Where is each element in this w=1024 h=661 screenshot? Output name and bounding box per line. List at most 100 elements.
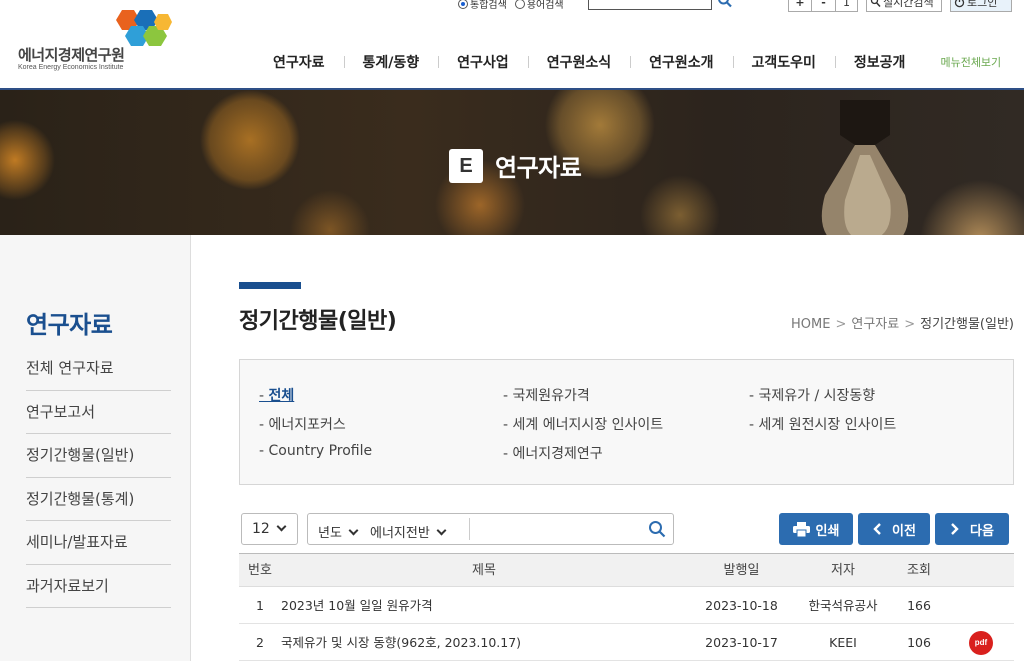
- radio-integrated-search[interactable]: 통합검색: [458, 0, 507, 11]
- breadcrumb-separator: >: [835, 317, 847, 332]
- nav-item-projects[interactable]: 연구사업: [438, 52, 528, 72]
- prev-label: 이전: [892, 523, 916, 539]
- zoom-in-button[interactable]: +: [788, 0, 812, 12]
- header-author: 저자: [831, 563, 855, 578]
- breadcrumb-research[interactable]: 연구자료: [851, 317, 899, 332]
- header-views: 조회: [907, 563, 931, 578]
- zoom-out-button[interactable]: -: [812, 0, 836, 12]
- header-date: 발행일: [723, 563, 760, 578]
- magnifier-icon: [870, 0, 881, 8]
- sidebar-item-periodicals-general[interactable]: 정기간행물(일반): [26, 434, 171, 478]
- realtime-search-button[interactable]: 실시간검색: [866, 0, 942, 12]
- banner-heading: 연구자료: [495, 154, 582, 182]
- subject-select[interactable]: 에너지전반: [370, 522, 447, 541]
- logo-text: 에너지경제연구원: [18, 46, 125, 64]
- year-select[interactable]: 년도: [318, 522, 359, 541]
- row-author: 한국석유공사: [808, 598, 878, 613]
- category-crude-price-label: 국제원유가격: [512, 388, 590, 404]
- category-energy-insight-label: 세계 에너지시장 인사이트: [512, 417, 664, 433]
- top-utility-bar: 통합검색 용어검색: [458, 0, 732, 12]
- printer-icon: [792, 521, 810, 537]
- sidebar-title: 연구자료: [26, 311, 113, 339]
- hero-banner: E 연구자료: [0, 90, 1024, 235]
- category-energy-economics[interactable]: - 에너지경제연구: [503, 443, 603, 463]
- print-button[interactable]: 인쇄: [779, 513, 853, 545]
- chevron-down-icon: [436, 525, 447, 536]
- next-button[interactable]: 다음: [935, 513, 1009, 545]
- nav-item-statistics[interactable]: 통계/동향: [343, 52, 439, 72]
- page-size-value: 12: [252, 521, 270, 537]
- chevron-right-icon: [951, 523, 959, 535]
- page-size-select[interactable]: 12: [241, 513, 298, 545]
- row-title-link[interactable]: 국제유가 및 시장 동향(962호, 2023.10.17): [281, 624, 521, 661]
- all-menu-link[interactable]: 메뉴전체보기: [924, 54, 1001, 70]
- category-energy-economics-label: 에너지경제연구: [512, 446, 603, 462]
- search-icon[interactable]: [717, 0, 733, 10]
- nav-item-news[interactable]: 연구원소식: [527, 52, 630, 72]
- category-energy-insight[interactable]: - 세계 에너지시장 인사이트: [503, 414, 663, 434]
- table-header: 번호 제목 발행일 저자 조회: [239, 553, 1014, 587]
- subject-select-label: 에너지전반: [370, 526, 430, 541]
- header-title: 제목: [472, 563, 496, 578]
- chevron-down-icon: [348, 525, 359, 536]
- login-button[interactable]: 로그인: [950, 0, 1012, 12]
- banner-badge: E: [449, 148, 483, 183]
- row-number: 1: [256, 598, 264, 613]
- pdf-download-icon[interactable]: pdf: [969, 631, 993, 655]
- search-input[interactable]: [474, 518, 640, 540]
- row-title-link[interactable]: 2023년 10월 일일 원유가격: [281, 587, 433, 624]
- category-crude-price[interactable]: - 국제원유가격: [503, 385, 590, 405]
- row-views: 166: [907, 598, 931, 613]
- table-row: 2 국제유가 및 시장 동향(962호, 2023.10.17) 2023-10…: [239, 624, 1014, 661]
- logo-subtitle: Korea Energy Economics Institute: [18, 64, 124, 71]
- publication-table: 번호 제목 발행일 저자 조회 1 2023년 10월 일일 원유가격 2023…: [239, 553, 1014, 661]
- nav-item-research[interactable]: 연구자료: [254, 52, 344, 72]
- category-oil-market[interactable]: - 국제유가 / 시장동향: [749, 385, 875, 405]
- category-nuclear-insight-label: 세계 원전시장 인사이트: [758, 417, 897, 433]
- sidebar-item-seminars[interactable]: 세미나/발표자료: [26, 521, 171, 565]
- banner-title: E 연구자료: [449, 148, 582, 183]
- nav-item-support[interactable]: 고객도우미: [732, 52, 835, 72]
- category-oil-market-label: 국제유가 / 시장동향: [758, 388, 876, 404]
- prev-button[interactable]: 이전: [858, 513, 930, 545]
- sidebar-menu: 전체 연구자료 연구보고서 정기간행물(일반) 정기간행물(통계) 세미나/발표…: [26, 347, 171, 608]
- next-label: 다음: [970, 523, 994, 539]
- page-title: 정기간행물(일반): [239, 309, 397, 334]
- category-energy-focus[interactable]: - 에너지포커스: [259, 414, 346, 434]
- search-divider: [469, 518, 470, 540]
- top-search-input[interactable]: [588, 0, 712, 10]
- sidebar-item-reports[interactable]: 연구보고서: [26, 391, 171, 434]
- breadcrumb-current: 정기간행물(일반): [920, 317, 1014, 332]
- site-header: 에너지경제연구원 Korea Energy Economics Institut…: [0, 0, 1024, 90]
- site-logo[interactable]: 에너지경제연구원 Korea Energy Economics Institut…: [18, 10, 178, 80]
- table-row: 1 2023년 10월 일일 원유가격 2023-10-18 한국석유공사 16…: [239, 587, 1014, 624]
- row-number: 2: [256, 635, 264, 650]
- radio-term-search[interactable]: 용어검색: [514, 0, 564, 11]
- main-content: 정기간행물(일반) HOME > 연구자료 > 정기간행물(일반) - 전체 - 국제원…: [239, 235, 1014, 661]
- row-author: KEEI: [829, 635, 857, 650]
- breadcrumb-home[interactable]: HOME: [791, 317, 830, 332]
- category-all-label: 전체: [268, 388, 295, 404]
- nav-item-disclosure[interactable]: 정보공개: [834, 52, 925, 72]
- breadcrumb-separator: >: [904, 317, 916, 332]
- year-select-label: 년도: [318, 526, 342, 541]
- radio-term-label: 용어검색: [526, 0, 564, 11]
- power-icon: [954, 0, 965, 8]
- login-label: 로그인: [967, 0, 998, 9]
- radio-integrated-label: 통합검색: [470, 0, 507, 11]
- category-nuclear-insight[interactable]: - 세계 원전시장 인사이트: [749, 414, 896, 434]
- main-navigation: 연구자료 통계/동향 연구사업 연구원소식 연구원소개 고객도우미 정보공개 메…: [254, 52, 1001, 72]
- zoom-level: 1: [836, 0, 858, 12]
- light-bulb-image: [821, 100, 909, 235]
- category-country-profile[interactable]: - Country Profile: [259, 443, 372, 459]
- realtime-search-label: 실시간검색: [883, 0, 934, 9]
- sidebar-item-periodicals-stats[interactable]: 정기간행물(통계): [26, 478, 171, 521]
- search-icon[interactable]: [648, 520, 666, 538]
- sidebar-item-all-research[interactable]: 전체 연구자료: [26, 347, 171, 391]
- list-toolbar: 12 년도 에너지전반 인쇄 이전 다음: [239, 513, 1014, 545]
- breadcrumb: HOME > 연구자료 > 정기간행물(일반): [791, 313, 1014, 332]
- radio-unchecked-icon: [514, 0, 525, 9]
- nav-item-about[interactable]: 연구원소개: [630, 52, 732, 72]
- category-all[interactable]: - 전체: [259, 385, 294, 405]
- sidebar-item-archive[interactable]: 과거자료보기: [26, 565, 171, 608]
